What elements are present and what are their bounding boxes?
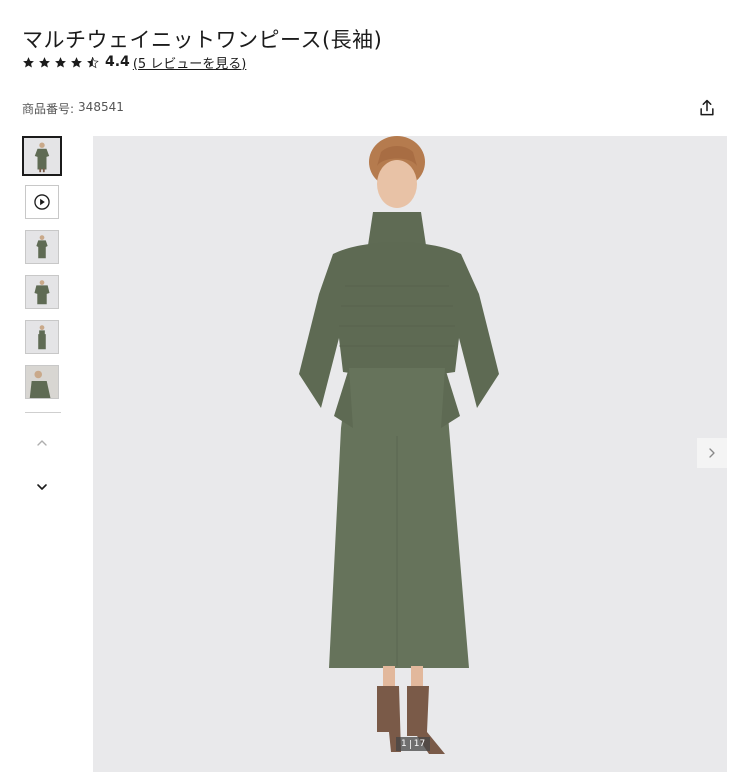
product-number-value: 348541 [78, 100, 124, 114]
chevron-up-icon[interactable] [34, 436, 50, 450]
thumbnail-image[interactable] [25, 365, 59, 399]
thumbnail-image[interactable] [25, 275, 59, 309]
image-counter-current: 1 [401, 739, 407, 749]
image-counter-separator [409, 739, 411, 749]
star-icon [39, 56, 50, 68]
star-icon [23, 56, 34, 68]
thumbnail-photo [26, 276, 58, 308]
star-icon [55, 56, 66, 68]
product-number: 商品番号: 348541 [22, 100, 124, 117]
thumbnail-photo [26, 231, 58, 263]
image-counter: 1 17 [396, 737, 431, 751]
rating-stars [22, 56, 99, 69]
next-image-button[interactable] [697, 438, 727, 468]
half-star-icon [87, 56, 99, 68]
rating-score: 4.4 [105, 54, 130, 70]
rating-row: 4.4 (5 レビューを見る) [22, 52, 246, 72]
share-button[interactable] [697, 98, 717, 118]
thumbnail-image[interactable] [22, 136, 62, 176]
thumbnail-image[interactable] [25, 230, 59, 264]
share-icon [700, 99, 714, 116]
main-product-image[interactable]: 1 17 [93, 136, 727, 772]
thumbnail-divider [25, 412, 61, 413]
review-link[interactable]: (5 レビューを見る) [133, 53, 247, 72]
product-title: マルチウェイニットワンピース(長袖) [22, 28, 383, 53]
thumbnail-image[interactable] [25, 320, 59, 354]
thumbnail-video[interactable] [25, 185, 59, 219]
thumbnail-photo [24, 138, 60, 174]
product-number-label: 商品番号: [22, 102, 75, 116]
star-icon [71, 56, 82, 68]
chevron-down-icon[interactable] [34, 480, 50, 494]
chevron-right-icon [709, 448, 715, 458]
thumbnail-photo [26, 366, 58, 398]
image-counter-total: 17 [413, 739, 426, 749]
model-illustration [93, 136, 727, 772]
thumbnail-photo [26, 321, 58, 353]
play-icon [34, 194, 50, 210]
